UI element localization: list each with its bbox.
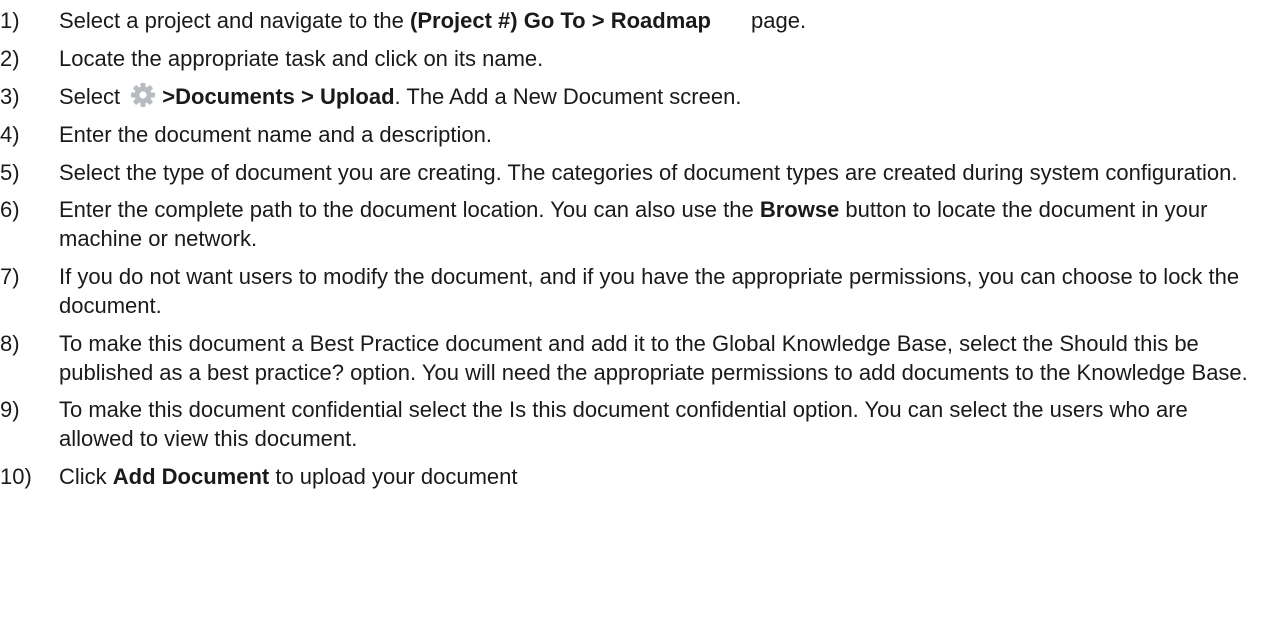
step-2: 2) Locate the appropriate task and click … bbox=[0, 44, 1249, 73]
step-text: Enter the complete path to the document … bbox=[59, 197, 760, 222]
step-5: 5) Select the type of document you are cr… bbox=[0, 158, 1249, 187]
step-7: 7) If you do not want users to modify the… bbox=[0, 262, 1249, 320]
menu-path: >Documents > Upload bbox=[162, 84, 395, 109]
step-number: 5) bbox=[0, 160, 20, 185]
step-number: 4) bbox=[0, 122, 20, 147]
step-text: To make this document a Best Practice do… bbox=[59, 331, 1248, 385]
step-number: 7) bbox=[0, 264, 20, 289]
step-8: 8) To make this document a Best Practice … bbox=[0, 329, 1249, 387]
step-9: 9) To make this document confidential sel… bbox=[0, 395, 1249, 453]
instruction-steps: 1) Select a project and navigate to the (… bbox=[0, 0, 1266, 500]
step-text: Locate the appropriate task and click on… bbox=[59, 46, 544, 71]
step-number: 8) bbox=[0, 331, 20, 356]
add-document-label: Add Document bbox=[112, 464, 270, 489]
step-text: If you do not want users to modify the d… bbox=[59, 264, 1240, 318]
browse-label: Browse bbox=[759, 197, 840, 222]
step-text: Select bbox=[59, 84, 127, 109]
step-1: 1) Select a project and navigate to the (… bbox=[0, 0, 1249, 35]
gear-icon bbox=[130, 82, 156, 108]
step-text: To make this document confidential selec… bbox=[59, 397, 1188, 451]
step-number: 3) bbox=[0, 84, 20, 109]
step-4: 4) Enter the document name and a descript… bbox=[0, 120, 1249, 149]
step-text: . The Add a New Document screen. bbox=[394, 84, 742, 109]
step-text: to upload your document bbox=[269, 464, 518, 489]
step-text: Click bbox=[59, 464, 113, 489]
step-number: 2) bbox=[0, 46, 20, 71]
step-text: Enter the document name and a descriptio… bbox=[59, 122, 492, 147]
step-text: Select a project and navigate to the bbox=[59, 8, 411, 33]
step-number: 6) bbox=[0, 197, 20, 222]
step-number: 10) bbox=[0, 464, 32, 489]
step-number: 1) bbox=[0, 8, 20, 33]
step-6: 6) Enter the complete path to the documen… bbox=[0, 195, 1249, 253]
step-text: Select the type of document you are crea… bbox=[59, 160, 1238, 185]
menu-path: (Project #) Go To > Roadmap bbox=[410, 8, 711, 33]
step-number: 9) bbox=[0, 397, 20, 422]
step-3: 3) Select >Documents > Upload. The Add a … bbox=[0, 82, 1249, 111]
step-text: page. bbox=[744, 8, 807, 33]
step-10: 10) Click Add Document to upload your doc… bbox=[0, 462, 1249, 491]
